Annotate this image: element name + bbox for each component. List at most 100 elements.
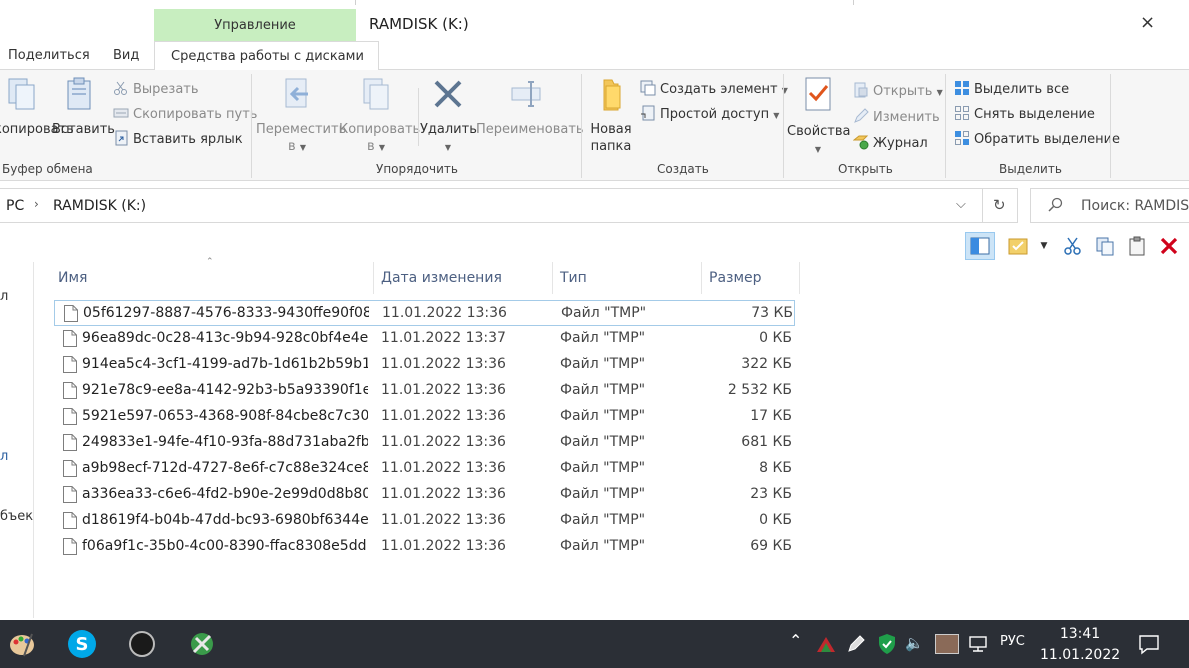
language-indicator[interactable]: РУС [1000,634,1025,649]
chevron-down-icon: ▼ [1040,241,1048,251]
column-divider[interactable] [701,262,702,294]
chevron-down-icon: ▼ [299,143,306,152]
nav-item[interactable]: л [0,449,8,464]
refresh-icon[interactable]: ↻ [993,196,1006,214]
file-size: 8 КБ [759,460,792,476]
app-icon-green[interactable] [186,628,218,660]
column-divider[interactable] [552,262,553,294]
file-date: 11.01.2022 13:36 [381,382,506,398]
skype-app-icon[interactable]: S [66,628,98,660]
invert-selection-button[interactable]: Обратить выделение [954,130,1120,147]
select-none-button[interactable]: Снять выделение [954,105,1095,122]
open-button[interactable]: Открыть ▼ [853,82,943,99]
file-row[interactable]: 921e78c9-ee8a-4142-92b3-b5a93390f1e... 11… [54,378,795,404]
search-input[interactable]: Поиск: RAMDISK (K:) [1081,198,1189,214]
group-divider [581,74,582,178]
delete-button[interactable]: Удалить ▼ [420,76,477,156]
file-name: a9b98ecf-712d-4727-8e6f-c7c88e324ce8... [82,460,368,476]
invert-selection-icon [954,130,970,146]
preview-pane-button[interactable] [965,232,995,260]
notifications-icon[interactable] [1138,633,1160,655]
file-row[interactable]: 914ea5c4-3cf1-4199-ad7b-1d61b2b59b1... 11… [54,352,795,378]
cut-quick-button[interactable] [1058,232,1088,260]
nav-item[interactable]: л [0,289,8,304]
file-name: 5921e597-0653-4368-908f-84cbe8c7c30... [82,408,368,424]
file-row[interactable]: 96ea89dc-0c28-413c-9b94-928c0bf4e4e... 11… [54,326,795,352]
copy-path-button[interactable]: Скопировать путь [113,105,257,122]
select-all-button[interactable]: Выделить все [954,80,1069,97]
new-folder-button[interactable]: Новая папка [586,76,636,155]
chevron-down-icon: ▼ [773,111,780,120]
column-divider[interactable] [799,262,800,294]
delete-x-icon [434,80,462,108]
file-name: a336ea33-c6e6-4fd2-b90e-2e99d0d8b80... [82,486,368,502]
app-icon-dark-circle[interactable] [126,628,158,660]
quick-toolbar-dropdown[interactable]: ▼ [1032,232,1056,260]
tab-drive-tools[interactable]: Средства работы с дисками [154,41,379,71]
paste-quick-button[interactable] [1122,232,1152,260]
context-tab-label: Управление [214,18,296,33]
copy-to-button[interactable]: Копировать в ▼ [339,76,420,156]
column-divider[interactable] [373,262,374,294]
nav-item[interactable]: бъект [0,509,33,524]
file-row[interactable]: a9b98ecf-712d-4727-8e6f-c7c88e324ce8... 1… [54,456,795,482]
close-window-button[interactable]: × [1140,12,1155,33]
new-item-label: Создать элемент [660,82,778,97]
tray-pen-icon[interactable] [846,634,866,654]
edit-button[interactable]: Изменить [853,108,940,125]
cut-button[interactable]: Вырезать [113,80,199,97]
open-icon [853,82,869,98]
chevron-down-icon[interactable]: ⌵ [956,197,966,212]
column-header-name[interactable]: Имя [58,270,87,286]
file-icon [63,330,77,347]
file-row[interactable]: 05f61297-8887-4576-8333-9430ffe90f08....… [54,300,795,326]
new-folder-label-1: Новая [590,122,632,137]
move-to-button[interactable]: Переместить в ▼ [256,76,346,156]
tab-share[interactable]: Поделиться [8,48,90,63]
address-bar[interactable]: PC › RAMDISK (K:) ⌵ ↻ [0,188,1018,223]
file-icon [63,486,77,503]
column-header-type[interactable]: Тип [560,270,587,286]
breadcrumb-pc[interactable]: PC [6,198,24,214]
paint-app-icon[interactable] [6,628,38,660]
tray-app-red-icon[interactable] [815,634,837,654]
clock[interactable]: 13:41 11.01.2022 [1040,624,1120,666]
history-button[interactable]: Журнал [852,134,928,151]
search-box[interactable]: Поиск: RAMDISK (K:) [1030,188,1189,223]
inner-divider [418,88,419,146]
tray-expand-chevron-icon[interactable]: ⌃ [789,631,802,650]
file-row[interactable]: 249833e1-94fe-4f10-93fa-88d731aba2fb... 1… [54,430,795,456]
copy-button[interactable]: копировать [0,76,74,138]
column-header-size[interactable]: Размер [709,270,762,286]
network-icon[interactable] [968,634,988,654]
file-row[interactable]: f06a9f1c-35b0-4c00-8390-ffac8308e5dd....… [54,534,795,560]
file-row[interactable]: 5921e597-0653-4368-908f-84cbe8c7c30... 11… [54,404,795,430]
file-icon [63,382,77,399]
group-label-create: Создать [657,162,709,176]
new-folder-label-2: папка [590,139,632,154]
breadcrumb-drive[interactable]: RAMDISK (K:) [53,198,146,214]
paste-shortcut-button[interactable]: Вставить ярлык [113,130,243,147]
tab-view[interactable]: Вид [113,48,139,63]
security-shield-icon[interactable] [877,633,897,655]
paste-button[interactable]: Вставить [52,76,115,138]
volume-icon[interactable]: 🔈 [905,634,924,652]
column-header-date[interactable]: Дата изменения [381,270,502,286]
file-row[interactable]: d18619f4-b04b-47dd-bc93-6980bf6344e... 11… [54,508,795,534]
properties-label: Свойства [787,124,851,139]
tray-photo-icon[interactable] [935,634,959,654]
file-icon [63,434,77,451]
invert-selection-label: Обратить выделение [974,132,1121,147]
rename-button[interactable]: Переименовать [476,76,584,138]
copy-quick-button[interactable] [1090,232,1120,260]
properties-button[interactable]: Свойства ▼ [787,76,851,158]
properties-quick-button[interactable] [1003,232,1033,260]
easy-access-button[interactable]: Простой доступ ▼ [640,105,779,122]
file-row[interactable]: a336ea33-c6e6-4fd2-b90e-2e99d0d8b80... 11… [54,482,795,508]
delete-quick-button[interactable] [1154,232,1184,260]
group-divider [783,74,784,178]
taskbar: S ⌃ 🔈 РУС 13:41 11.01.2022 [0,620,1189,668]
breadcrumb-separator[interactable]: › [34,197,39,211]
file-type: Файл "TMP" [560,382,646,398]
new-item-button[interactable]: Создать элемент ▼ [640,80,788,97]
